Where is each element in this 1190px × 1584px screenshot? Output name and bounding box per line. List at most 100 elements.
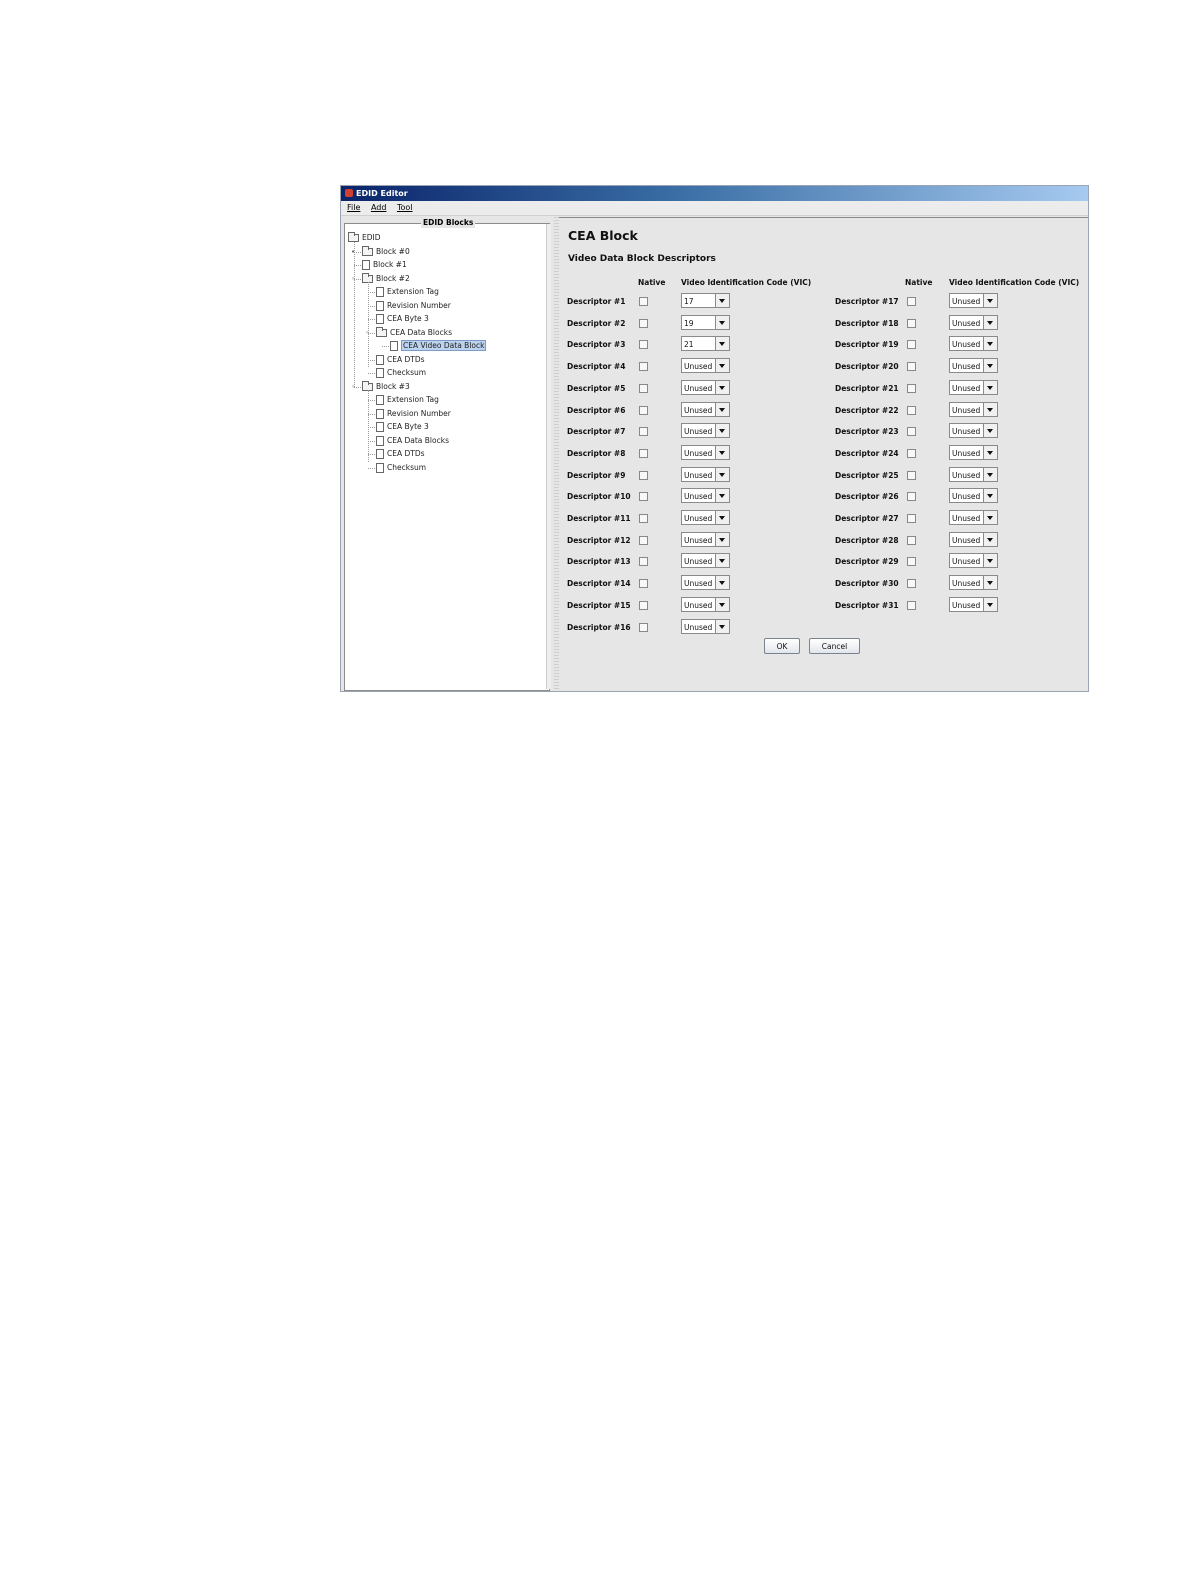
dropdown-arrow-icon[interactable] (715, 380, 729, 394)
native-checkbox[interactable] (639, 340, 648, 350)
tree-node[interactable]: Block #2 (362, 272, 410, 285)
native-checkbox[interactable] (907, 492, 916, 502)
dropdown-arrow-icon[interactable] (983, 315, 997, 329)
native-checkbox[interactable] (639, 383, 648, 393)
native-checkbox[interactable] (907, 362, 916, 372)
native-checkbox[interactable] (639, 514, 648, 523)
dropdown-arrow-icon[interactable] (715, 294, 729, 307)
dropdown-arrow-icon[interactable] (983, 467, 997, 481)
tree-node[interactable]: EDID (348, 232, 381, 244)
dropdown-arrow-icon[interactable] (983, 380, 997, 394)
tree-node[interactable]: Block #0 (362, 245, 410, 258)
dropdown-arrow-icon[interactable] (715, 532, 729, 546)
vic-dropdown[interactable]: Unused (681, 401, 730, 417)
native-checkbox[interactable] (639, 600, 648, 610)
dropdown-arrow-icon[interactable] (715, 402, 729, 416)
vic-dropdown[interactable]: Unused (949, 444, 998, 460)
vic-dropdown[interactable]: Unused (949, 336, 998, 352)
native-checkbox[interactable] (907, 297, 916, 306)
title-bar[interactable]: EDID Editor (341, 186, 1088, 201)
vic-dropdown[interactable]: 19 (681, 314, 730, 330)
native-checkbox[interactable] (639, 297, 648, 306)
dropdown-arrow-icon[interactable] (983, 597, 997, 611)
dropdown-arrow-icon[interactable] (983, 402, 997, 416)
native-checkbox[interactable] (907, 579, 916, 589)
native-checkbox[interactable] (639, 405, 648, 415)
tree-node[interactable]: Block #1 (362, 259, 407, 271)
dropdown-arrow-icon[interactable] (983, 294, 997, 307)
native-checkbox[interactable] (907, 383, 916, 393)
native-checkbox[interactable] (907, 535, 916, 545)
vic-dropdown[interactable]: Unused (949, 596, 998, 612)
vic-dropdown[interactable]: Unused (681, 444, 730, 460)
vic-dropdown[interactable]: 17 (681, 293, 730, 308)
vic-dropdown[interactable]: Unused (949, 358, 998, 374)
vic-dropdown[interactable]: Unused (949, 293, 998, 308)
native-checkbox[interactable] (907, 514, 916, 523)
native-checkbox[interactable] (907, 600, 916, 610)
cancel-button[interactable]: Cancel (809, 638, 860, 654)
tree-node[interactable]: Checksum (376, 462, 426, 474)
dropdown-arrow-icon[interactable] (983, 445, 997, 459)
vic-dropdown[interactable]: 21 (681, 336, 730, 352)
tree-scrollbar[interactable] (546, 224, 551, 689)
dropdown-arrow-icon[interactable] (715, 576, 729, 590)
vic-dropdown[interactable]: Unused (949, 510, 998, 525)
dropdown-arrow-icon[interactable] (715, 445, 729, 459)
ok-button[interactable]: OK (764, 638, 800, 654)
native-checkbox[interactable] (639, 579, 648, 589)
native-checkbox[interactable] (639, 535, 648, 545)
dropdown-arrow-icon[interactable] (983, 511, 997, 524)
native-checkbox[interactable] (639, 448, 648, 458)
tree-view[interactable] (344, 223, 550, 691)
dropdown-arrow-icon[interactable] (983, 337, 997, 351)
vic-dropdown[interactable]: Unused (949, 531, 998, 547)
native-checkbox[interactable] (639, 557, 648, 567)
native-checkbox[interactable] (639, 427, 648, 437)
menu-file[interactable]: File (347, 203, 360, 212)
tree-node[interactable]: Block #3 (362, 380, 410, 393)
dropdown-arrow-icon[interactable] (983, 424, 997, 438)
tree-node[interactable]: CEA Byte 3 (376, 313, 429, 325)
native-checkbox[interactable] (907, 557, 916, 567)
dropdown-arrow-icon[interactable] (715, 467, 729, 481)
tree-node[interactable]: Revision Number (376, 408, 451, 420)
native-checkbox[interactable] (907, 448, 916, 458)
vic-dropdown[interactable]: Unused (681, 531, 730, 547)
tree-node[interactable]: CEA DTDs (376, 354, 425, 366)
native-checkbox[interactable] (639, 318, 648, 328)
vic-dropdown[interactable]: Unused (949, 553, 998, 569)
vic-dropdown[interactable]: Unused (949, 423, 998, 439)
tree-node[interactable]: CEA Data Blocks (376, 326, 452, 339)
tree-node[interactable]: CEA DTDs (376, 448, 425, 460)
vic-dropdown[interactable]: Unused (681, 466, 730, 482)
tree-node[interactable]: Extension Tag (376, 286, 439, 298)
vic-dropdown[interactable]: Unused (681, 618, 730, 634)
dropdown-arrow-icon[interactable] (715, 511, 729, 524)
native-checkbox[interactable] (907, 340, 916, 350)
tree-node[interactable]: CEA Data Blocks (376, 435, 449, 447)
vic-dropdown[interactable]: Unused (681, 553, 730, 569)
dropdown-arrow-icon[interactable] (715, 337, 729, 351)
native-checkbox[interactable] (639, 492, 648, 502)
menu-add[interactable]: Add (371, 203, 387, 212)
vic-dropdown[interactable]: Unused (949, 401, 998, 417)
native-checkbox[interactable] (907, 318, 916, 328)
dropdown-arrow-icon[interactable] (715, 359, 729, 373)
vic-dropdown[interactable]: Unused (681, 488, 730, 504)
dropdown-arrow-icon[interactable] (715, 554, 729, 568)
tree-node[interactable]: Extension Tag (376, 394, 439, 406)
vic-dropdown[interactable]: Unused (949, 466, 998, 482)
dropdown-arrow-icon[interactable] (983, 489, 997, 503)
vic-dropdown[interactable]: Unused (949, 379, 998, 395)
dropdown-arrow-icon[interactable] (715, 424, 729, 438)
dropdown-arrow-icon[interactable] (983, 359, 997, 373)
vic-dropdown[interactable]: Unused (681, 575, 730, 591)
vic-dropdown[interactable]: Unused (681, 358, 730, 374)
dropdown-arrow-icon[interactable] (983, 532, 997, 546)
tree-node[interactable]: Checksum (376, 367, 426, 379)
dropdown-arrow-icon[interactable] (715, 619, 729, 633)
vic-dropdown[interactable]: Unused (681, 423, 730, 439)
vic-dropdown[interactable]: Unused (681, 596, 730, 612)
native-checkbox[interactable] (639, 470, 648, 480)
